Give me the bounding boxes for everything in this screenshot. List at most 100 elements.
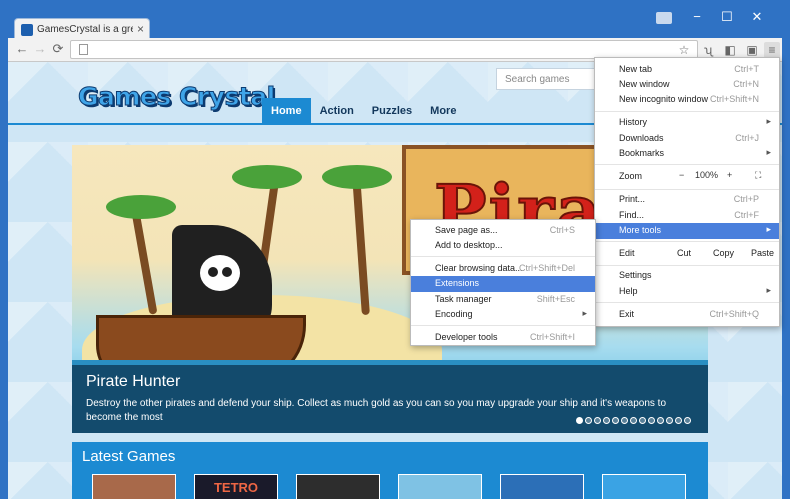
game-thumbnail[interactable]: [602, 474, 686, 499]
slider-dot[interactable]: [666, 417, 673, 424]
menu-separator: [411, 325, 595, 326]
window-controls: − ☐ ✕: [656, 8, 772, 28]
nav-action[interactable]: Action: [311, 98, 363, 124]
slider-dot[interactable]: [585, 417, 592, 424]
profile-icon[interactable]: [656, 12, 672, 24]
slider-dot[interactable]: [603, 417, 610, 424]
slider-dot[interactable]: [594, 417, 601, 424]
submenu-arrow-icon: ▸: [766, 147, 771, 157]
menu-new-window[interactable]: New window Ctrl+N: [595, 77, 779, 93]
menu-shortcut: Shift+Esc: [536, 294, 575, 304]
slider-dot[interactable]: [612, 417, 619, 424]
menu-separator: [411, 256, 595, 257]
submenu-arrow-icon: ▸: [766, 285, 771, 295]
game-thumbnail[interactable]: [500, 474, 584, 499]
reload-icon[interactable]: ⟳: [50, 41, 66, 57]
submenu-arrow-icon: ▸: [766, 224, 771, 234]
submenu-clear-browsing-data[interactable]: Clear browsing data... Ctrl+Shift+Del: [411, 261, 595, 277]
menu-bookmarks[interactable]: Bookmarks ▸: [595, 146, 779, 162]
bookmark-star-icon[interactable]: ☆: [676, 42, 692, 58]
palm-leaves: [232, 165, 302, 189]
game-thumbnail[interactable]: [296, 474, 380, 499]
palm-leaves: [322, 165, 392, 189]
menu-item-label: Exit: [619, 309, 635, 319]
menu-find[interactable]: Find... Ctrl+F: [595, 208, 779, 224]
close-window-button[interactable]: ✕: [742, 8, 772, 28]
browser-tab[interactable]: GamesCrystal is a great pl ×: [14, 18, 150, 40]
slider-dot[interactable]: [621, 417, 628, 424]
chrome-menu-icon[interactable]: ≡: [764, 42, 780, 58]
menu-history[interactable]: History ▸: [595, 115, 779, 131]
extension-icon[interactable]: ʯ: [700, 42, 716, 58]
submenu-encoding[interactable]: Encoding ▸: [411, 307, 595, 323]
chrome-menu: New tab Ctrl+T New window Ctrl+N New inc…: [594, 57, 780, 327]
page-icon: [79, 44, 88, 55]
nav-more[interactable]: More: [421, 98, 465, 124]
nav-home[interactable]: Home: [262, 98, 311, 124]
menu-item-label: History: [619, 117, 648, 127]
close-tab-icon[interactable]: ×: [137, 22, 144, 36]
zoom-level: 100%: [695, 170, 719, 180]
copy-button[interactable]: Copy: [713, 248, 734, 258]
slider-dot[interactable]: [657, 417, 664, 424]
fullscreen-icon[interactable]: ⛶: [755, 170, 761, 181]
menu-separator: [595, 241, 779, 242]
menu-new-incognito[interactable]: New incognito window Ctrl+Shift+N: [595, 92, 779, 108]
nav-puzzles[interactable]: Puzzles: [363, 98, 421, 124]
zoom-in-button[interactable]: +: [727, 170, 732, 180]
submenu-arrow-icon: ▸: [766, 116, 771, 126]
menu-shortcut: Ctrl+N: [733, 79, 759, 89]
slider-dot[interactable]: [684, 417, 691, 424]
menu-exit[interactable]: Exit Ctrl+Shift+Q: [595, 307, 779, 323]
menu-settings[interactable]: Settings: [595, 268, 779, 284]
game-thumbnail[interactable]: [398, 474, 482, 499]
cut-button[interactable]: Cut: [677, 248, 691, 258]
paste-button[interactable]: Paste: [751, 248, 774, 258]
site-search-input[interactable]: Search games: [496, 68, 606, 90]
menu-item-label: More tools: [619, 225, 662, 235]
menu-separator: [595, 189, 779, 190]
game-thumbnail-tetro[interactable]: TETRO: [194, 474, 278, 499]
menu-print[interactable]: Print... Ctrl+P: [595, 192, 779, 208]
menu-item-label: Save page as...: [435, 225, 498, 235]
menu-item-label: Find...: [619, 210, 645, 220]
back-arrow-icon[interactable]: ←: [14, 41, 30, 57]
submenu-save-page[interactable]: Save page as... Ctrl+S: [411, 223, 595, 239]
maximize-button[interactable]: ☐: [712, 8, 742, 28]
menu-item-label: Extensions: [435, 278, 480, 288]
menu-shortcut: Ctrl+T: [734, 64, 759, 74]
menu-item-label: Downloads: [619, 133, 664, 143]
menu-more-tools[interactable]: More tools ▸: [595, 223, 779, 239]
minimize-button[interactable]: −: [682, 8, 712, 28]
menu-new-tab[interactable]: New tab Ctrl+T: [595, 62, 779, 78]
menu-separator: [595, 265, 779, 266]
menu-item-label: Clear browsing data...: [435, 263, 523, 273]
site-logo[interactable]: Games Crystal: [78, 82, 276, 112]
menu-item-label: Edit: [619, 248, 635, 258]
menu-item-label: New window: [619, 79, 670, 89]
menu-item-label: Print...: [619, 194, 646, 204]
submenu-extensions[interactable]: Extensions: [411, 276, 595, 292]
slider-dot[interactable]: [648, 417, 655, 424]
extension-icon-2[interactable]: ◧: [722, 42, 738, 58]
slider-dot[interactable]: [576, 417, 583, 424]
submenu-developer-tools[interactable]: Developer tools Ctrl+Shift+I: [411, 330, 595, 346]
forward-arrow-icon[interactable]: →: [32, 41, 48, 57]
menu-item-label: Settings: [619, 270, 652, 280]
slide-title[interactable]: Pirate Hunter: [86, 373, 180, 391]
slider-dot[interactable]: [639, 417, 646, 424]
menu-help[interactable]: Help ▸: [595, 284, 779, 300]
submenu-add-to-desktop[interactable]: Add to desktop...: [411, 238, 595, 254]
menu-downloads[interactable]: Downloads Ctrl+J: [595, 131, 779, 147]
zoom-out-button[interactable]: −: [679, 170, 684, 180]
menu-shortcut: Ctrl+P: [733, 194, 759, 204]
submenu-arrow-icon: ▸: [582, 308, 587, 318]
slider-dot[interactable]: [675, 417, 682, 424]
extension-icon-3[interactable]: ▣: [744, 42, 760, 58]
submenu-task-manager[interactable]: Task manager Shift+Esc: [411, 292, 595, 308]
slider-dot[interactable]: [630, 417, 637, 424]
menu-zoom: Zoom − 100% + ⛶: [595, 169, 779, 185]
search-placeholder: Search games: [505, 74, 570, 85]
menu-shortcut: Ctrl+Shift+I: [529, 332, 575, 342]
game-thumbnail[interactable]: [92, 474, 176, 499]
